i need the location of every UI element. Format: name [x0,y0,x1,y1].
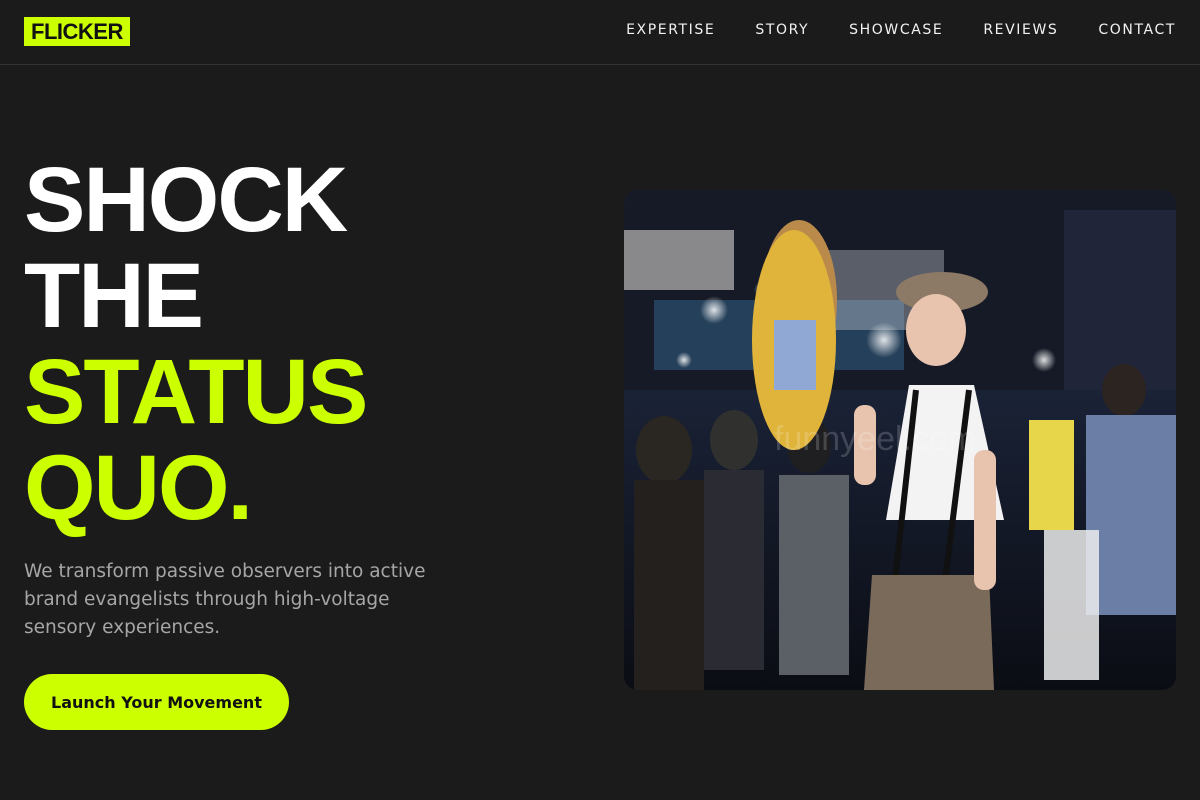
nav-link-expertise[interactable]: EXPERTISE [626,20,715,40]
headline-line-2: THE [24,245,204,347]
launch-movement-button[interactable]: Launch Your Movement [24,674,289,730]
brand-logo[interactable]: FLICKER [24,17,130,46]
hero-headline: SHOCK THE STATUS QUO. [24,149,368,539]
photo-watermark: funnyeel.com [774,420,976,458]
hero-tagline: We transform passive observers into acti… [24,561,426,638]
main-nav: EXPERTISE STORY SHOWCASE REVIEWS CONTACT [626,20,1176,40]
headline-line-3: STATUS [24,341,368,443]
hero-photo-illustration: funnyeel.com [624,190,1176,690]
hero-photo: funnyeel.com [624,190,1176,690]
headline-line-1: SHOCK [24,149,348,251]
nav-link-showcase[interactable]: SHOWCASE [849,20,943,40]
site-header: FLICKER EXPERTISE STORY SHOWCASE REVIEWS… [0,0,1200,65]
nav-link-contact[interactable]: CONTACT [1098,20,1176,40]
headline-line-4: QUO. [24,437,253,539]
nav-link-reviews[interactable]: REVIEWS [983,20,1058,40]
nav-link-story[interactable]: STORY [755,20,809,40]
